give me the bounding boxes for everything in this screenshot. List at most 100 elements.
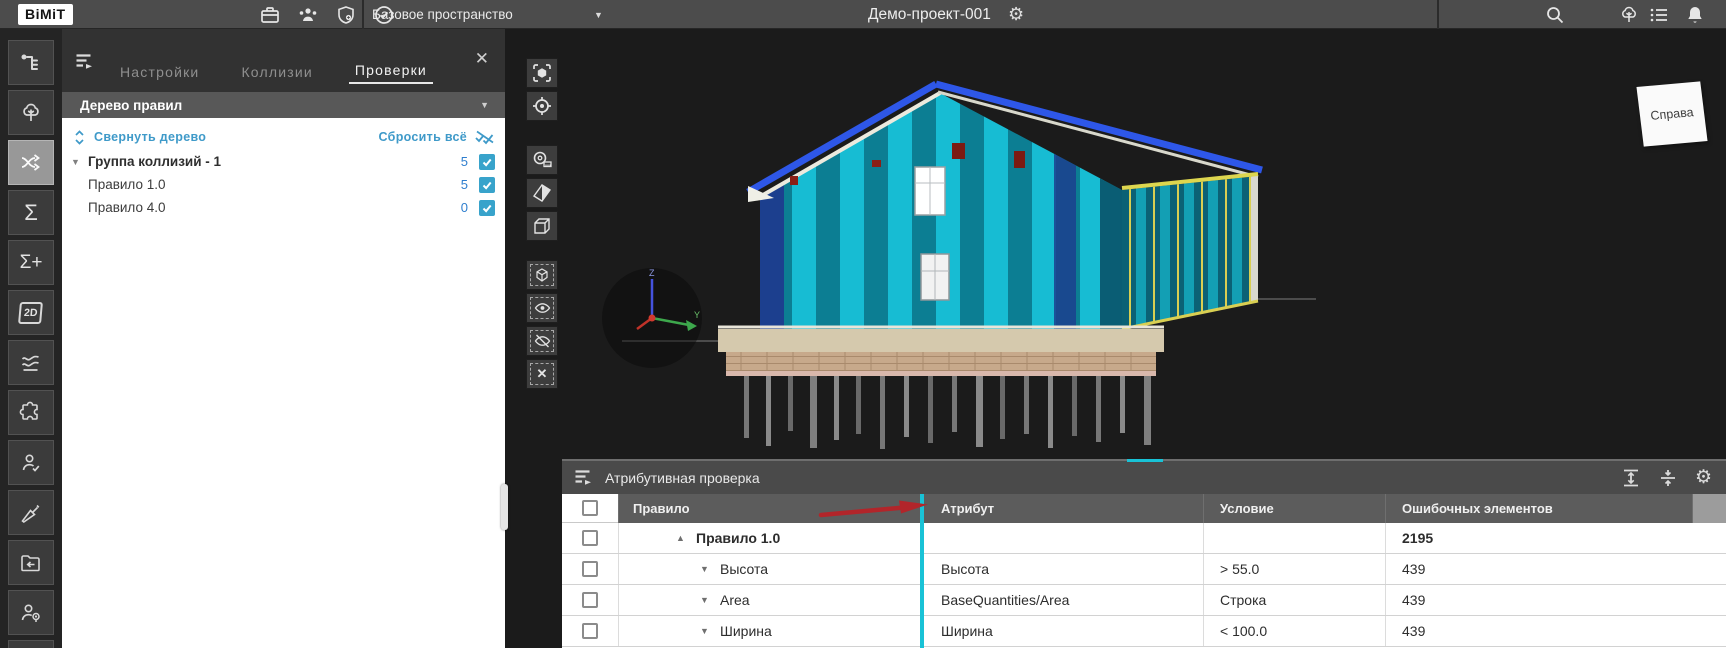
isolate-selection-button[interactable] [526,260,558,290]
chevron-down-icon[interactable]: ▼ [71,157,88,167]
measure-button[interactable] [526,145,558,175]
model-tree-button[interactable] [1614,0,1644,29]
checkbox-unchecked[interactable] [582,500,598,516]
expand-row-icon[interactable]: ▼ [700,564,720,574]
trowel-icon [19,501,43,525]
sidebar-item-collisions[interactable] [8,140,54,185]
checkbox-unchecked[interactable] [582,561,598,577]
row-select-cell[interactable] [562,523,618,553]
collision-count: 5 [461,177,468,192]
checkbox-unchecked[interactable] [582,592,598,608]
column-header-errors[interactable]: Ошибочных элементов [1385,494,1692,523]
rule-checkbox-checked[interactable] [479,200,495,216]
eye-off-icon [534,334,551,348]
checkbox-unchecked[interactable] [582,623,598,639]
rule-checkbox-checked[interactable] [479,177,495,193]
sidebar-item-model-tree[interactable] [8,90,54,135]
rule-checkbox-checked[interactable] [479,154,495,170]
notifications-button[interactable] [1680,0,1710,29]
expand-row-icon[interactable]: ▼ [700,595,720,605]
table-row[interactable]: ▼Ширина Ширина < 100.0 439 [562,616,1726,647]
sidebar-item-structure[interactable] [8,40,54,85]
panel-menu-button[interactable] [574,469,593,486]
sidebar-item-summary-plus[interactable]: Σ+ [8,240,54,285]
collapse-panel-button[interactable] [1658,468,1678,488]
collapse-tree-link[interactable]: Свернуть дерево [94,130,206,144]
navigation-gizmo[interactable]: Z Y [600,266,704,370]
sigma-plus-icon: Σ+ [20,253,43,272]
search-button[interactable] [1540,0,1570,29]
tree-row-rule[interactable]: Правило 1.0 5 [62,173,505,196]
checkbox-unchecked[interactable] [582,530,598,546]
close-panel-button[interactable]: ✕ [475,49,489,69]
reset-all-link[interactable]: Сбросить всё [379,130,467,144]
panel-menu-button[interactable] [75,53,94,70]
sidebar-item-approvals[interactable] [8,440,54,485]
row-select-cell[interactable] [562,585,618,615]
tree-row-rule[interactable]: Правило 4.0 0 [62,196,505,219]
topbar-divider [362,0,364,29]
tree-row-group[interactable]: ▼ Группа коллизий - 1 5 [62,150,505,173]
section-plane-icon [531,182,553,204]
section-plane-button[interactable] [526,178,558,208]
rules-tree-section-header[interactable]: Дерево правил ▼ [62,92,505,118]
sidebar-item-2d-docs[interactable]: 2D [8,290,54,335]
axis-z-label: Z [649,268,655,278]
fit-to-view-button[interactable] [526,58,558,88]
focus-selection-button[interactable] [526,91,558,121]
expand-row-icon[interactable]: ▼ [700,626,720,636]
project-settings-button[interactable]: ⚙ [1008,0,1024,29]
table-row[interactable]: ▼Высота Высота > 55.0 439 [562,554,1726,585]
sidebar-item-construction[interactable] [8,490,54,535]
house-piles [744,376,1151,449]
panel-resize-handle[interactable] [1127,459,1163,462]
rules-tree: Свернуть дерево Сбросить всё ▼ Группа ко… [62,118,505,219]
collapse-row-icon[interactable]: ▲ [676,533,696,543]
section-box-button[interactable] [526,211,558,241]
search-icon [1544,4,1566,26]
select-all-cell[interactable] [562,494,618,523]
sidebar-item-charts[interactable] [8,340,54,385]
sidebar-item-plugins[interactable] [8,390,54,435]
workspace-selector[interactable]: Базовое пространство [372,0,513,29]
projects-button[interactable] [255,0,285,29]
show-selection-button[interactable] [526,293,558,323]
clear-x-icon: ✕ [537,366,548,382]
column-header-condition[interactable]: Условие [1203,494,1385,523]
clear-selection-button[interactable]: ✕ [526,359,558,389]
gear-icon: ⚙ [1008,4,1024,25]
checks-panel: Настройки Коллизии Проверки ✕ Дерево пра… [62,29,505,648]
left-sidebar: Σ Σ+ 2D [0,29,62,648]
table-row[interactable]: ▼Area BaseQuantities/Area Строка 439 [562,585,1726,616]
row-select-cell[interactable] [562,616,618,646]
eye-icon [534,301,551,315]
expand-panel-button[interactable] [1621,468,1641,488]
house-model[interactable] [622,84,1316,449]
collapse-vertical-icon [1658,468,1678,488]
tab-checks[interactable]: Проверки [349,62,433,84]
app-logo[interactable]: BiMiT [18,0,73,29]
row-select-cell[interactable] [562,554,618,584]
chevron-down-icon[interactable]: ▼ [594,0,603,29]
panel-scrollbar[interactable] [501,484,508,530]
sidebar-item-site-staff[interactable] [8,590,54,635]
reset-all-icon[interactable] [474,129,496,145]
team-button[interactable] [293,0,323,29]
users-icon [297,4,319,26]
top-bar: BiMiT [0,0,1726,29]
roles-button[interactable] [331,0,361,29]
sidebar-item-summary[interactable]: Σ [8,190,54,235]
table-scroll-gutter [1692,494,1726,523]
fit-view-icon [531,62,553,84]
hide-selection-button[interactable] [526,326,558,356]
tab-collisions[interactable]: Коллизии [235,64,318,84]
table-settings-button[interactable]: ⚙ [1695,468,1712,487]
list-view-button[interactable] [1644,0,1674,29]
table-row[interactable]: ▲Правило 1.0 2195 [562,523,1726,554]
tab-settings[interactable]: Настройки [114,64,205,84]
viewcube-face[interactable]: Справа [1636,81,1707,146]
app-logo-label: BiMiT [18,4,73,25]
sidebar-item-export[interactable] [8,540,54,585]
sidebar-item-more[interactable] [8,640,54,648]
column-header-attribute[interactable]: Атрибут [920,494,1203,523]
